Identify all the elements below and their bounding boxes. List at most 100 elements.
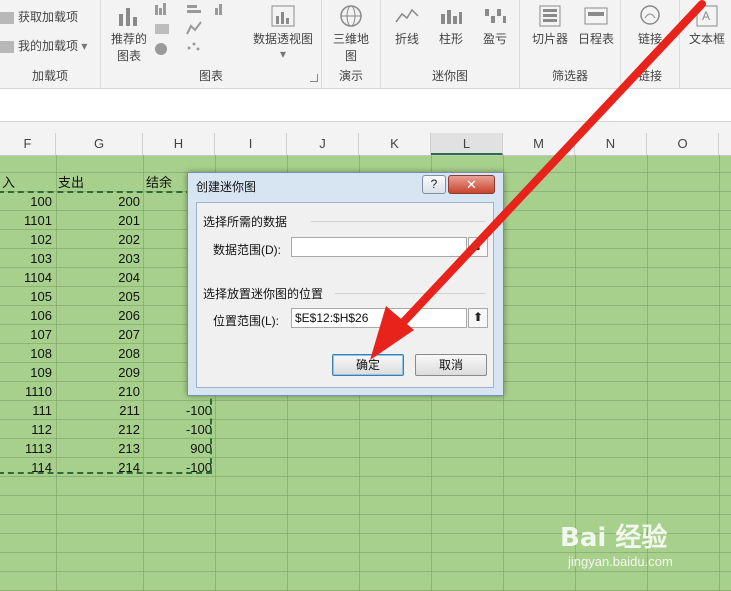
recommended-charts-icon <box>119 8 137 26</box>
watermark-url: jingyan.baidu.com <box>568 554 673 569</box>
cell-F[interactable]: 112 <box>0 420 52 439</box>
grid-vline <box>719 155 720 591</box>
cell-F[interactable]: 111 <box>0 401 52 420</box>
column-header-I[interactable]: I <box>215 133 287 155</box>
column-header-F[interactable]: F <box>0 133 56 155</box>
cell-G[interactable]: 207 <box>56 325 140 344</box>
cell-G[interactable]: 206 <box>56 306 140 325</box>
cell-G[interactable]: 202 <box>56 230 140 249</box>
location-section-title: 选择放置迷你图的位置 <box>203 287 324 301</box>
cell-G[interactable]: 203 <box>56 249 140 268</box>
baidu-jingyan-watermark: Bai 经验 jingyan.baidu.com <box>560 517 673 569</box>
ok-button[interactable]: 确定 <box>332 354 404 376</box>
column-header-L[interactable]: L <box>431 133 503 155</box>
cell-G[interactable]: 200 <box>56 192 140 211</box>
cell-F[interactable]: 106 <box>0 306 52 325</box>
cell-G[interactable]: 213 <box>56 439 140 458</box>
cell-G[interactable]: 204 <box>56 268 140 287</box>
cell-G[interactable]: 205 <box>56 287 140 306</box>
link-button[interactable]: 链接 <box>629 4 671 47</box>
cell-H[interactable]: -100 <box>143 420 212 439</box>
column-header-N[interactable]: N <box>575 133 647 155</box>
store-icon <box>0 11 14 24</box>
column-header-H[interactable]: H <box>143 133 215 155</box>
help-button[interactable]: ? <box>422 175 446 194</box>
timeline-button[interactable]: 日程表 <box>574 4 618 47</box>
cell-G-header[interactable]: 支出 <box>58 173 138 192</box>
data-section-divider <box>311 221 485 222</box>
cell-G[interactable]: 212 <box>56 420 140 439</box>
cell-G[interactable]: 214 <box>56 458 140 477</box>
sparkline-winloss-button[interactable]: 盈亏 <box>477 4 513 47</box>
formula-bar[interactable] <box>0 89 731 122</box>
charts-group-label: 图表 <box>198 69 223 83</box>
cell-F-header[interactable]: 入 <box>2 173 52 192</box>
cell-F[interactable]: 1110 <box>0 382 52 401</box>
cell-F[interactable]: 108 <box>0 344 52 363</box>
cell-F[interactable]: 109 <box>0 363 52 382</box>
cancel-button[interactable]: 取消 <box>415 354 487 376</box>
slicer-icon <box>539 5 561 27</box>
svg-text:A: A <box>702 9 710 23</box>
cell-F[interactable]: 107 <box>0 325 52 344</box>
cell-F[interactable]: 105 <box>0 287 52 306</box>
cell-H[interactable]: 900 <box>143 439 212 458</box>
pivot-chart-button[interactable]: 数据透视图 ▾ <box>251 4 315 61</box>
collapse-arrow-icon: ⬆ <box>472 310 484 324</box>
grid-hline <box>0 495 731 496</box>
addins-group: 获取加载项 我的加载项 ▾ 加载项 <box>0 0 101 88</box>
column-header-G[interactable]: G <box>56 133 143 155</box>
column-header-M[interactable]: M <box>503 133 575 155</box>
tours-group-label: 演示 <box>338 69 363 83</box>
cell-F[interactable]: 100 <box>0 192 52 211</box>
3d-map-button[interactable]: 三维地 图 <box>328 4 374 64</box>
sparkline-column-button[interactable]: 柱形 <box>433 4 469 47</box>
addins-icon <box>0 40 14 53</box>
tours-group: 三维地 图 演示 <box>322 0 381 88</box>
cell-G[interactable]: 209 <box>56 363 140 382</box>
recommended-charts-button[interactable]: 推荐的 图表 <box>107 4 151 64</box>
watermark-logo: Bai 经验 <box>560 523 668 553</box>
create-sparklines-dialog: 创建迷你图 ? ✕ 选择所需的数据 数据范围(D): ⬆ 选择放置迷你图的位置 … <box>187 172 504 396</box>
chart-type-gallery-icons[interactable] <box>153 2 243 62</box>
cell-F[interactable]: 102 <box>0 230 52 249</box>
column-header-O[interactable]: O <box>647 133 719 155</box>
location-range-collapse-button[interactable]: ⬆ <box>468 308 488 328</box>
cell-G[interactable]: 210 <box>56 382 140 401</box>
dialog-title: 创建迷你图 <box>196 180 257 194</box>
sheet-top-strip <box>0 122 731 133</box>
column-sparkline-icon <box>441 10 462 24</box>
cell-G[interactable]: 211 <box>56 401 140 420</box>
cell-H[interactable]: -100 <box>143 401 212 420</box>
column-headers: F G H I J K L M N O <box>0 133 731 156</box>
data-range-collapse-button[interactable]: ⬆ <box>468 237 488 257</box>
cell-F[interactable]: 103 <box>0 249 52 268</box>
filters-group: 切片器 日程表 筛选器 <box>520 0 621 88</box>
grid-hline <box>0 514 731 515</box>
cell-H[interactable]: -100 <box>143 458 212 477</box>
ribbon: 获取加载项 我的加载项 ▾ 加载项 推荐的 图表 数据透视图 ▾ 图表 三维地 … <box>0 0 731 89</box>
cell-G[interactable]: 201 <box>56 211 140 230</box>
cell-F[interactable]: 1101 <box>0 211 52 230</box>
location-range-input[interactable]: $E$12:$H$26 <box>291 308 467 328</box>
addins-group-label: 加载项 <box>31 69 68 83</box>
my-addins-button[interactable]: 我的加载项 ▾ <box>0 37 87 54</box>
column-header-J[interactable]: J <box>287 133 359 155</box>
charts-dialog-launcher[interactable] <box>310 74 318 82</box>
cell-G[interactable]: 208 <box>56 344 140 363</box>
filters-group-label: 筛选器 <box>551 69 588 83</box>
data-range-input[interactable] <box>291 237 467 257</box>
cell-F[interactable]: 1104 <box>0 268 52 287</box>
collapse-arrow-icon: ⬆ <box>472 239 484 253</box>
textbox-button[interactable]: A 文本框 <box>684 4 730 47</box>
column-header-K[interactable]: K <box>359 133 431 155</box>
close-button[interactable]: ✕ <box>448 175 495 194</box>
cell-F[interactable]: 1113 <box>0 439 52 458</box>
location-section-divider <box>335 293 485 294</box>
get-addins-button[interactable]: 获取加载项 <box>0 8 78 25</box>
sparkline-line-button[interactable]: 折线 <box>389 4 425 47</box>
cell-F[interactable]: 114 <box>0 458 52 477</box>
textbox-icon: A <box>696 5 718 27</box>
location-range-label: 位置范围(L): <box>213 314 280 328</box>
slicer-button[interactable]: 切片器 <box>528 4 572 47</box>
